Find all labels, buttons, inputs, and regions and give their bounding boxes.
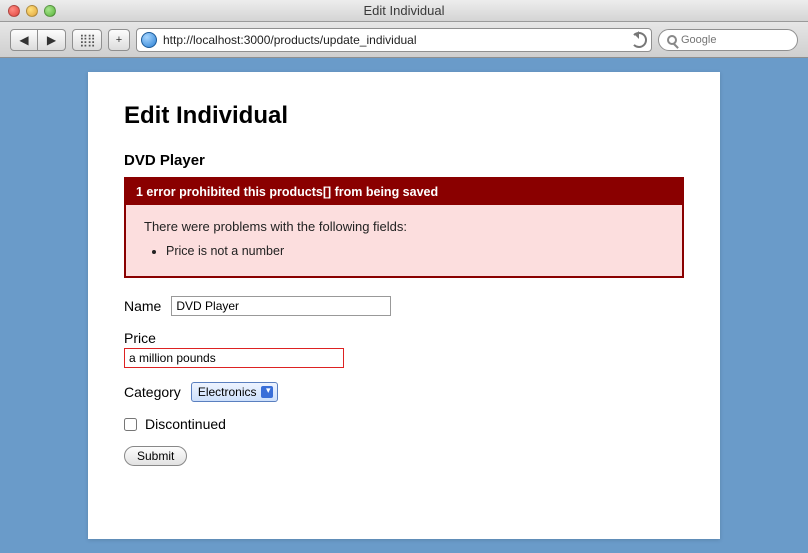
zoom-window-button[interactable] [44, 5, 56, 17]
error-header: 1 error prohibited this products[] from … [126, 179, 682, 205]
window-titlebar: Edit Individual [0, 0, 808, 22]
url-bar[interactable] [136, 28, 652, 52]
traffic-lights [0, 5, 56, 17]
name-field[interactable] [171, 296, 391, 316]
reader-button[interactable]: ⣿⣿ [72, 29, 102, 51]
error-item: Price is not a number [166, 244, 664, 258]
search-bar[interactable] [658, 29, 798, 51]
error-list: Price is not a number [166, 244, 664, 258]
price-label: Price [124, 330, 156, 346]
price-field[interactable] [124, 348, 344, 368]
reload-icon[interactable] [631, 32, 647, 48]
error-explanation: 1 error prohibited this products[] from … [124, 177, 684, 278]
site-favicon-icon [141, 32, 157, 48]
error-intro: There were problems with the following f… [144, 219, 664, 234]
discontinued-label: Discontinued [145, 416, 226, 432]
discontinued-row: Discontinued [124, 416, 684, 432]
error-body: There were problems with the following f… [126, 205, 682, 276]
category-row: Category Electronics [124, 382, 684, 402]
category-select[interactable]: Electronics [191, 382, 278, 402]
url-input[interactable] [163, 33, 625, 47]
search-input[interactable] [681, 34, 789, 46]
product-heading: DVD Player [124, 152, 684, 169]
browser-viewport: Edit Individual DVD Player 1 error prohi… [0, 58, 808, 553]
page-title: Edit Individual [124, 102, 684, 130]
submit-button[interactable]: Submit [124, 446, 187, 466]
window-title: Edit Individual [0, 3, 808, 18]
name-row: Name [124, 296, 684, 316]
minimize-window-button[interactable] [26, 5, 38, 17]
close-window-button[interactable] [8, 5, 20, 17]
submit-row: Submit [124, 446, 684, 466]
page-content: Edit Individual DVD Player 1 error prohi… [88, 72, 720, 539]
name-label: Name [124, 298, 161, 314]
add-bookmark-button[interactable]: + [108, 29, 130, 51]
nav-buttons: ◀ ▶ [10, 29, 66, 51]
category-label: Category [124, 384, 181, 400]
forward-button[interactable]: ▶ [38, 29, 66, 51]
browser-toolbar: ◀ ▶ ⣿⣿ + [0, 22, 808, 58]
search-icon [667, 35, 677, 45]
price-row: Price [124, 330, 684, 368]
back-button[interactable]: ◀ [10, 29, 38, 51]
discontinued-checkbox[interactable] [124, 418, 137, 431]
